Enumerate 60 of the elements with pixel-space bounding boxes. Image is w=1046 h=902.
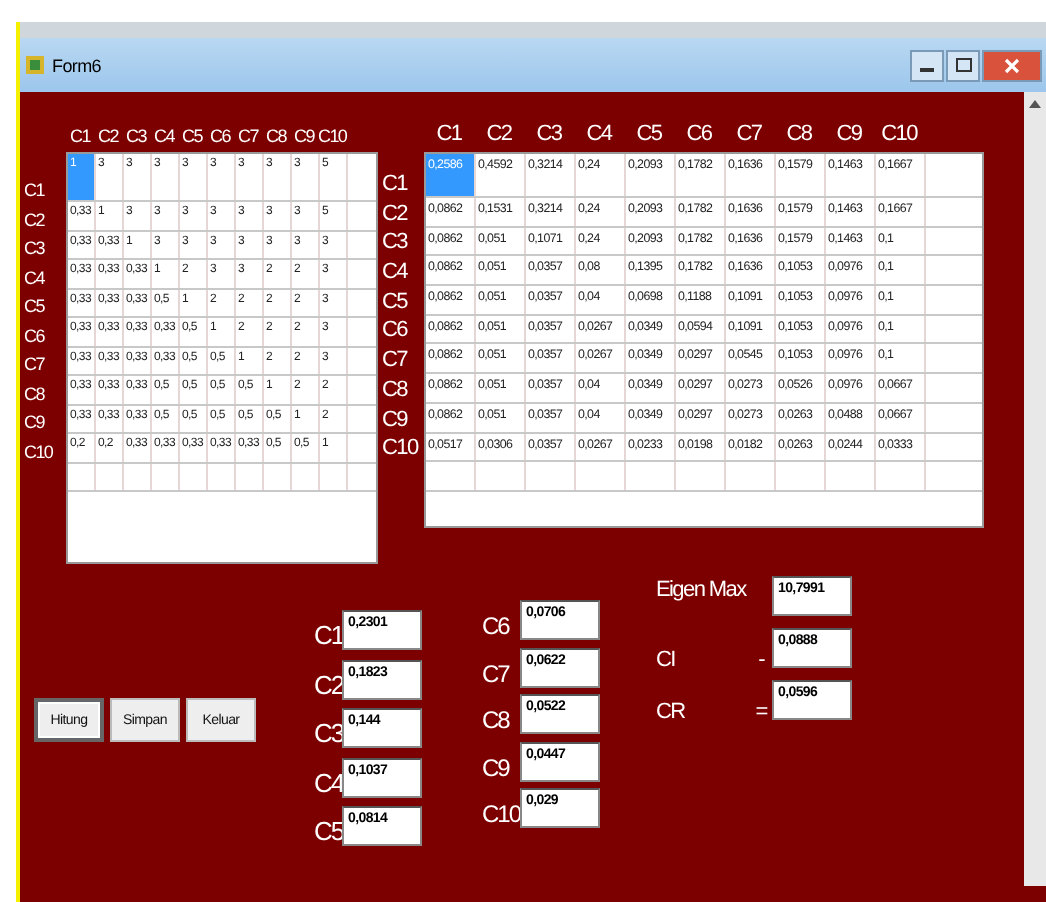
row-header: C7 bbox=[382, 346, 410, 373]
row-header: C9 bbox=[24, 410, 47, 432]
sign-text: - bbox=[756, 646, 768, 672]
column-header: C4 bbox=[152, 126, 177, 146]
column-header: C6 bbox=[208, 126, 233, 146]
row-header: C2 bbox=[24, 207, 47, 229]
window-title: Form6 bbox=[52, 55, 102, 75]
data-grid[interactable] bbox=[66, 152, 378, 564]
column-header: C1 bbox=[434, 122, 464, 146]
column-header: C5 bbox=[180, 126, 205, 146]
weight-label: C9 bbox=[482, 753, 512, 781]
row-header: C7 bbox=[24, 352, 47, 374]
row-header: C1 bbox=[382, 170, 410, 196]
column-header: C2 bbox=[96, 126, 121, 146]
data-grid[interactable] bbox=[424, 152, 984, 528]
column-header: C9 bbox=[834, 122, 864, 146]
weight-label: C1 bbox=[314, 620, 342, 650]
column-header: C9 bbox=[292, 126, 317, 146]
sign-text: = bbox=[753, 698, 771, 724]
column-header: C10 bbox=[879, 122, 920, 146]
result-label: CR bbox=[656, 698, 687, 724]
column-header: C10 bbox=[318, 126, 346, 146]
weight-label: C8 bbox=[482, 706, 512, 734]
row-header: C5 bbox=[382, 287, 410, 314]
result-label: CI bbox=[656, 646, 677, 672]
column-header: C8 bbox=[264, 126, 289, 146]
weight-label: C4 bbox=[314, 767, 342, 797]
close-icon[interactable] bbox=[982, 49, 1042, 81]
row-header: C4 bbox=[382, 258, 410, 285]
column-header: C7 bbox=[236, 126, 261, 146]
scroll-bar[interactable] bbox=[1024, 92, 1046, 886]
column-header: C3 bbox=[124, 126, 149, 146]
row-header: C2 bbox=[382, 199, 410, 226]
row-header: C3 bbox=[382, 228, 410, 255]
row-header: C1 bbox=[24, 178, 47, 200]
column-header: C6 bbox=[684, 122, 714, 146]
row-header: C8 bbox=[382, 375, 410, 402]
column-header: C1 bbox=[68, 126, 93, 146]
minimize-icon[interactable] bbox=[910, 49, 944, 81]
app-icon bbox=[26, 54, 46, 76]
row-header: C10 bbox=[382, 434, 421, 461]
weight-label: C10 bbox=[482, 800, 520, 828]
column-header: C8 bbox=[784, 122, 814, 146]
row-header: C9 bbox=[382, 405, 410, 431]
row-header: C5 bbox=[24, 294, 47, 316]
row-header: C6 bbox=[382, 316, 410, 343]
row-header: C6 bbox=[24, 323, 47, 345]
column-header: C2 bbox=[484, 122, 514, 146]
column-header: C5 bbox=[634, 122, 664, 146]
column-header: C3 bbox=[534, 122, 564, 146]
row-header: C10 bbox=[24, 439, 55, 461]
row-header: C8 bbox=[24, 381, 47, 403]
row-header: C3 bbox=[24, 236, 47, 258]
result-label: Eigen Max bbox=[656, 576, 749, 602]
maximize-icon[interactable] bbox=[946, 49, 980, 81]
column-header: C4 bbox=[584, 122, 615, 146]
weight-label: C7 bbox=[482, 659, 512, 687]
weight-label: C6 bbox=[482, 612, 512, 640]
column-header: C7 bbox=[734, 122, 764, 146]
row-header: C4 bbox=[24, 265, 47, 287]
